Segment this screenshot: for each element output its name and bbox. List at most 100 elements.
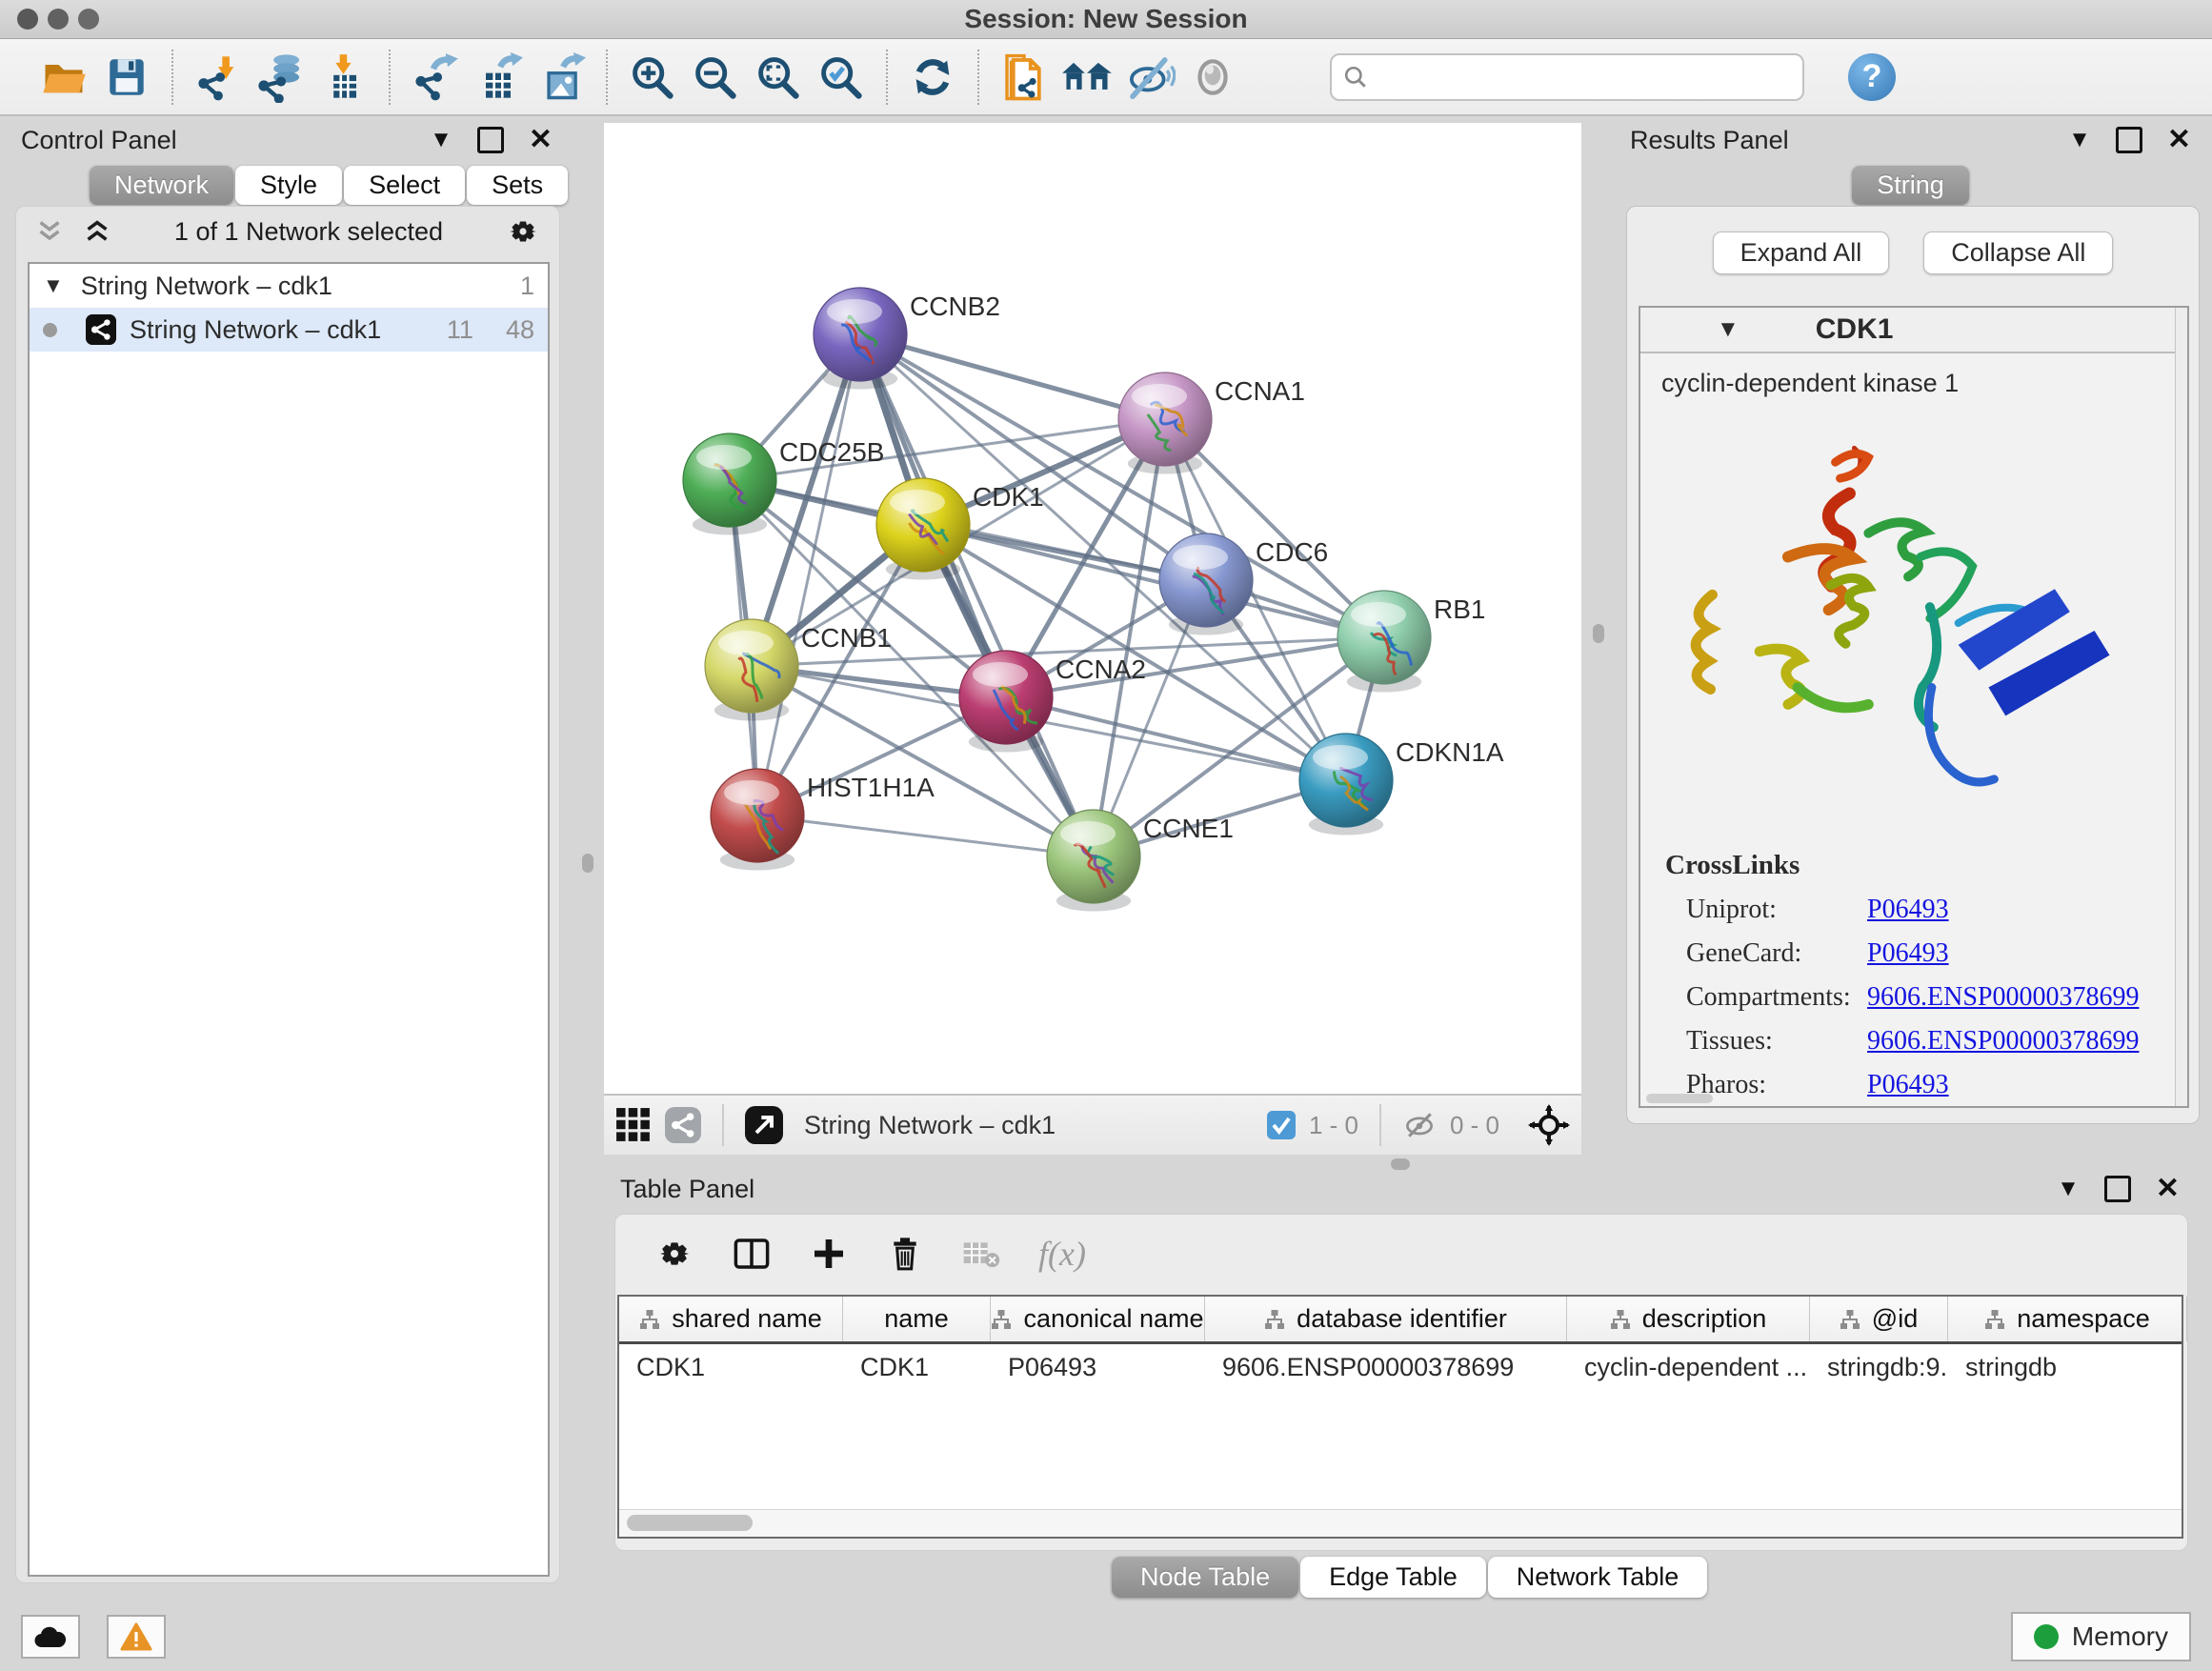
node-HIST1H1A[interactable] — [711, 769, 804, 871]
collapse-all-button[interactable]: Collapse All — [1923, 232, 2113, 274]
network-from-document-button[interactable] — [993, 47, 1056, 108]
panel-menu-caret[interactable]: ▼ — [2068, 127, 2091, 153]
network-collection-row[interactable]: ▼ String Network – cdk1 1 — [30, 264, 548, 308]
column-header-@id[interactable]: @id — [1810, 1297, 1948, 1341]
column-header-name[interactable]: name — [843, 1297, 991, 1341]
panel-menu-caret[interactable]: ▼ — [430, 127, 452, 153]
add-row-icon[interactable] — [810, 1235, 848, 1273]
crosslink-link[interactable]: 9606.ENSP00000378699 — [1867, 1026, 2139, 1057]
close-window-button[interactable] — [17, 9, 38, 30]
results-vertical-scrollbar[interactable] — [2175, 308, 2187, 1106]
panel-close-icon[interactable]: ✕ — [2156, 1178, 2180, 1199]
search-box[interactable] — [1330, 53, 1804, 101]
import-network-database-button[interactable] — [250, 47, 312, 108]
export-image-button[interactable] — [530, 47, 593, 108]
memory-button[interactable]: Memory — [2011, 1612, 2191, 1661]
entry-collapse-caret[interactable]: ▼ — [1717, 316, 1739, 343]
cell-database-identifier[interactable]: 9606.ENSP00000378699 — [1205, 1353, 1567, 1382]
detach-view-icon[interactable] — [745, 1106, 783, 1144]
panel-float-icon[interactable] — [2116, 127, 2142, 153]
open-session-button[interactable] — [32, 47, 95, 108]
right-splitter-handle[interactable] — [1593, 624, 1604, 643]
birds-eye-button[interactable] — [1181, 47, 1244, 108]
edge-CCNB2-HIST1H1A[interactable] — [757, 334, 860, 815]
network-row[interactable]: String Network – cdk1 11 48 — [30, 308, 548, 352]
zoom-out-button[interactable] — [684, 47, 747, 108]
add-column-icon[interactable] — [732, 1234, 772, 1274]
tab-edge-table[interactable]: Edge Table — [1300, 1557, 1486, 1598]
results-horizontal-scroll-thumb[interactable] — [1646, 1094, 1713, 1103]
table-scroll-thumb[interactable] — [627, 1515, 753, 1531]
share-view-icon[interactable] — [665, 1107, 701, 1143]
cell-namespace[interactable]: stringdb — [1948, 1353, 2187, 1382]
minimize-window-button[interactable] — [48, 9, 69, 30]
search-input[interactable] — [1368, 61, 1791, 92]
import-network-file-button[interactable] — [187, 47, 250, 108]
network-graph[interactable]: CCNB2CCNA1CDC25BCDK1CDC6RB1CCNB1CCNA2CDK… — [604, 123, 1581, 1094]
collapse-all-icon[interactable] — [35, 219, 64, 244]
help-button[interactable]: ? — [1848, 53, 1896, 101]
node-CCNA1[interactable] — [1118, 372, 1212, 474]
expand-all-icon[interactable] — [83, 219, 111, 244]
node-CDC25B[interactable] — [683, 433, 776, 535]
node-CCNE1[interactable] — [1047, 810, 1140, 912]
tab-string[interactable]: String — [1852, 166, 1969, 205]
string-home-button[interactable] — [1056, 47, 1118, 108]
node-CCNB1[interactable] — [705, 619, 798, 721]
cell-@id[interactable]: stringdb:9... — [1810, 1353, 1948, 1382]
crosslink-link[interactable]: P06493 — [1867, 1070, 1949, 1100]
save-session-button[interactable] — [95, 47, 158, 108]
crosslink-link[interactable]: 9606.ENSP00000378699 — [1867, 982, 2139, 1013]
horizontal-splitter-handle[interactable] — [1391, 1158, 1410, 1170]
column-header-shared-name[interactable]: shared name — [619, 1297, 843, 1341]
panel-float-icon[interactable] — [2104, 1176, 2131, 1202]
zoom-fit-button[interactable] — [747, 47, 810, 108]
panel-close-icon[interactable]: ✕ — [529, 130, 553, 151]
node-CCNA2[interactable] — [959, 651, 1053, 753]
apply-layout-button[interactable] — [901, 47, 964, 108]
edge-HIST1H1A-CCNE1[interactable] — [757, 815, 1094, 856]
table-row[interactable]: CDK1CDK1P064939606.ENSP00000378699cyclin… — [619, 1344, 2182, 1390]
crosslink-link[interactable]: P06493 — [1867, 938, 1949, 969]
tab-network[interactable]: Network — [90, 166, 233, 205]
column-header-description[interactable]: description — [1567, 1297, 1810, 1341]
panel-menu-caret[interactable]: ▼ — [2057, 1176, 2080, 1202]
node-RB1[interactable] — [1337, 591, 1431, 693]
crosslink-link[interactable]: P06493 — [1867, 895, 1949, 925]
column-header-canonical-name[interactable]: canonical name — [991, 1297, 1205, 1341]
grid-view-icon[interactable] — [615, 1107, 652, 1143]
left-splitter-handle[interactable] — [582, 854, 593, 873]
node-result-header[interactable]: ▼ CDK1 — [1640, 308, 2187, 353]
zoom-in-button[interactable] — [621, 47, 684, 108]
node-CDC6[interactable] — [1159, 534, 1253, 635]
graphics-details-button[interactable] — [1118, 47, 1181, 108]
export-network-button[interactable] — [404, 47, 467, 108]
tab-network-table[interactable]: Network Table — [1488, 1557, 1708, 1598]
hidden-eye-icon[interactable] — [1402, 1110, 1437, 1140]
zoom-selected-button[interactable] — [810, 47, 873, 108]
tab-style[interactable]: Style — [235, 166, 342, 205]
cell-name[interactable]: CDK1 — [843, 1353, 991, 1382]
tab-select[interactable]: Select — [344, 166, 465, 205]
table-horizontal-scrollbar[interactable] — [619, 1509, 2182, 1537]
zoom-window-button[interactable] — [78, 9, 99, 30]
tab-sets[interactable]: Sets — [467, 166, 568, 205]
network-view-canvas[interactable]: CCNB2CCNA1CDC25BCDK1CDC6RB1CCNB1CCNA2CDK… — [604, 123, 1581, 1094]
export-table-button[interactable] — [467, 47, 530, 108]
expand-all-button[interactable]: Expand All — [1713, 232, 1890, 274]
node-CCNB2[interactable] — [814, 288, 907, 390]
selected-checkbox-icon[interactable] — [1267, 1111, 1296, 1139]
panel-close-icon[interactable]: ✕ — [2167, 130, 2191, 151]
node-CDK1[interactable] — [876, 478, 970, 580]
column-header-namespace[interactable]: namespace — [1948, 1297, 2187, 1341]
table-gear-icon[interactable] — [655, 1235, 694, 1273]
cloud-status-button[interactable] — [21, 1615, 80, 1659]
tab-node-table[interactable]: Node Table — [1112, 1557, 1298, 1598]
panel-float-icon[interactable] — [477, 127, 504, 153]
delete-icon[interactable] — [886, 1235, 924, 1273]
tree-expand-caret[interactable]: ▼ — [43, 273, 64, 298]
cell-description[interactable]: cyclin-dependent ... — [1567, 1353, 1810, 1382]
cell-shared-name[interactable]: CDK1 — [619, 1353, 843, 1382]
node-CDKN1A[interactable] — [1299, 734, 1393, 836]
warning-button[interactable] — [107, 1615, 166, 1659]
